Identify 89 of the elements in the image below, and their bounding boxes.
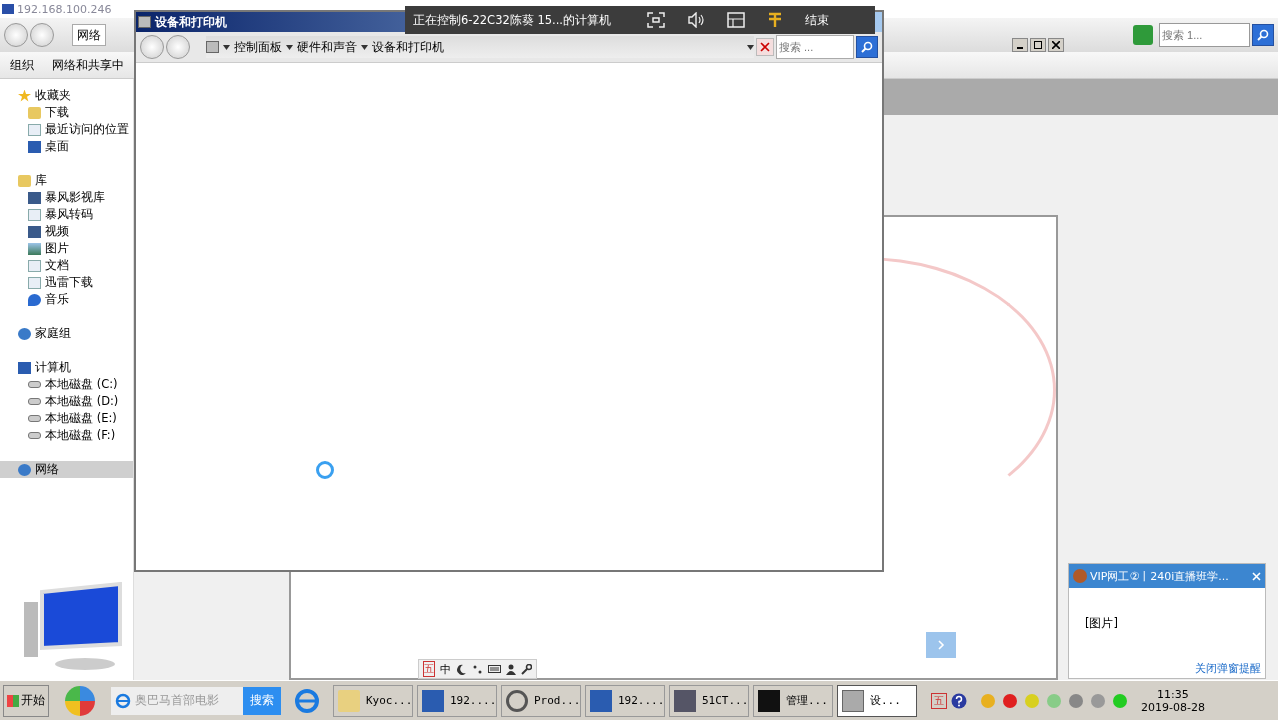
notification-title: VIP网工②丨240i直播班学...	[1090, 568, 1230, 584]
breadcrumb-item[interactable]: 硬件和声音	[297, 38, 357, 56]
close-popup-link[interactable]: 关闭弹窗提醒	[1195, 661, 1265, 678]
user-icon[interactable]	[506, 663, 516, 675]
sidebar-item[interactable]: 本地磁盘 (C:)	[0, 376, 133, 393]
toolbar-button[interactable]: 网络和共享中	[48, 54, 128, 76]
remote-status: 正在控制6-22C32陈葵 15...的计算机	[413, 12, 612, 28]
sidebar-item[interactable]: 本地磁盘 (D:)	[0, 393, 133, 410]
clock-date: 2019-08-28	[1141, 700, 1205, 714]
window-title: 设备和打印机	[155, 13, 227, 31]
avatar-icon	[1073, 569, 1087, 583]
picture-icon	[28, 242, 41, 255]
toolbar-button[interactable]: 组织	[6, 54, 38, 76]
caret-icon[interactable]	[747, 44, 754, 50]
speaker-icon[interactable]	[687, 12, 706, 28]
window-title: 192.168.100.246	[17, 2, 112, 16]
taskbar-button[interactable]: 192....	[417, 684, 497, 717]
sidebar-item[interactable]: 库	[0, 172, 133, 189]
search-icon	[861, 41, 873, 53]
sidebar-item[interactable]: 暴风影视库	[0, 189, 133, 206]
caret-icon[interactable]	[286, 44, 293, 50]
end-button[interactable]: 结束	[805, 11, 830, 29]
minimize-button[interactable]	[1012, 38, 1028, 52]
search-button[interactable]	[1252, 24, 1274, 46]
search-field[interactable]: 搜索 ...	[776, 35, 854, 59]
close-button[interactable]	[1048, 38, 1064, 52]
sidebar-item[interactable]: 收藏夹	[0, 87, 133, 104]
sidebar-item[interactable]: 桌面	[0, 138, 133, 155]
document-icon	[28, 208, 41, 221]
browser-icon[interactable]	[293, 686, 321, 715]
document-icon	[28, 123, 41, 136]
pin-icon[interactable]	[767, 12, 784, 28]
taskbar-button[interactable]: 192....	[585, 684, 665, 717]
breadcrumb-item[interactable]: 设备和打印机	[372, 38, 444, 56]
notification-message: [图片]	[1085, 616, 1118, 630]
sidebar-item[interactable]: 最近访问的位置	[0, 121, 133, 138]
clear-button[interactable]	[756, 38, 774, 56]
document-icon	[28, 259, 41, 272]
address-bar[interactable]: 网络	[72, 24, 106, 46]
sidebar-item[interactable]: 本地磁盘 (E:)	[0, 410, 133, 427]
search-button[interactable]	[856, 36, 878, 58]
ime-language-button[interactable]: 中	[440, 661, 451, 677]
drive-icon	[28, 381, 41, 388]
keyboard-icon[interactable]	[488, 664, 501, 674]
drive-icon	[28, 415, 41, 422]
sidebar-item[interactable]: 计算机	[0, 359, 133, 376]
sidebar-item[interactable]: 音乐	[0, 291, 133, 308]
app-icon[interactable]	[65, 685, 95, 716]
sidebar-item[interactable]: 下载	[0, 104, 133, 121]
close-icon	[760, 42, 770, 52]
breadcrumb-item[interactable]: 控制面板	[234, 38, 282, 56]
taskbar-button[interactable]: Prod...	[501, 684, 581, 717]
close-icon	[1252, 571, 1261, 581]
help-icon[interactable]	[951, 692, 967, 709]
browser-icon	[115, 692, 131, 709]
wrench-icon[interactable]	[521, 663, 532, 675]
taskbar-button[interactable]: 51CT...	[669, 684, 749, 717]
sidebar-item[interactable]: 文档	[0, 257, 133, 274]
drive-icon	[28, 398, 41, 405]
taskbar-button[interactable]: 设...	[837, 684, 917, 717]
caret-icon[interactable]	[223, 44, 230, 50]
taskbar-button[interactable]: 管理...	[753, 684, 833, 717]
sidebar-item[interactable]: 家庭组	[0, 325, 133, 342]
maximize-icon	[1034, 41, 1042, 49]
sidebar-item[interactable]: 暴风转码	[0, 206, 133, 223]
sidebar-item[interactable]: 视频	[0, 223, 133, 240]
sidebar-item[interactable]: 网络	[0, 461, 133, 478]
drive-icon	[28, 432, 41, 439]
maximize-button[interactable]	[1030, 38, 1046, 52]
search-field[interactable]: 搜索 1...	[1159, 23, 1250, 47]
disc-icon	[506, 689, 528, 712]
ime-mode-button[interactable]: 五	[423, 661, 435, 677]
window-icon[interactable]	[727, 12, 746, 28]
sidebar-item[interactable]: 迅雷下载	[0, 274, 133, 291]
caret-icon[interactable]	[361, 44, 368, 50]
punctuation-icon[interactable]	[472, 663, 483, 675]
moon-icon[interactable]	[456, 663, 467, 675]
sidebar-item[interactable]: 图片	[0, 240, 133, 257]
sidebar-item[interactable]: 本地磁盘 (F:)	[0, 427, 133, 444]
close-icon	[1052, 41, 1060, 49]
music-note-icon	[28, 293, 41, 306]
chevron-right-icon	[937, 640, 945, 650]
taskbar-button[interactable]: Kyoc...	[333, 684, 413, 717]
start-button[interactable]: 开始	[3, 684, 49, 717]
fullscreen-icon[interactable]	[647, 12, 666, 28]
search-icon	[1257, 29, 1269, 41]
document-icon	[28, 276, 41, 289]
clock-time: 11:35	[1157, 687, 1189, 701]
busy-cursor-icon	[316, 461, 334, 479]
